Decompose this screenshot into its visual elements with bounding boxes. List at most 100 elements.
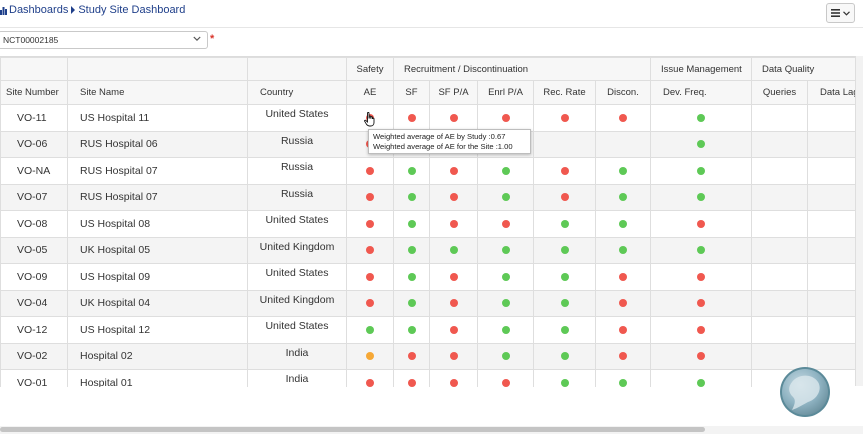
status-dot-red[interactable] <box>366 299 374 308</box>
status-dot-red[interactable] <box>501 113 510 122</box>
column-header-data-lag[interactable]: Data Lag <box>807 80 855 105</box>
status-dot-red[interactable] <box>366 272 374 281</box>
column-header-site-name[interactable]: Site Name <box>67 80 248 105</box>
status-dot-green[interactable] <box>501 299 510 308</box>
status-dot-red[interactable] <box>449 219 458 228</box>
table-row[interactable]: VO-04 UK Hospital 04 United Kingdom <box>0 289 855 317</box>
status-dot-red[interactable] <box>366 193 374 202</box>
status-dot-red[interactable] <box>501 219 510 228</box>
status-dot-red[interactable] <box>560 113 569 122</box>
status-dot-green[interactable] <box>697 378 706 387</box>
status-dot-red[interactable] <box>366 219 374 228</box>
status-dot-red[interactable] <box>449 325 458 334</box>
table-row[interactable]: VO-NA RUS Hospital 07 Russia <box>0 157 855 185</box>
chat-bubble-icon[interactable] <box>778 364 834 420</box>
status-dot-green[interactable] <box>619 193 627 202</box>
status-dot-red[interactable] <box>449 193 458 202</box>
status-dot-green[interactable] <box>619 378 627 387</box>
status-dot-red[interactable] <box>366 378 374 387</box>
status-dot-green[interactable] <box>407 193 416 202</box>
status-dot-green[interactable] <box>407 246 416 255</box>
status-dot-green[interactable] <box>407 299 416 308</box>
status-dot-red[interactable] <box>560 193 569 202</box>
column-header-discon[interactable]: Discon. <box>594 80 652 105</box>
table-row[interactable]: VO-11 US Hospital 11 United States <box>0 104 855 132</box>
column-header-dev-freq[interactable]: Dev. Freq. <box>650 80 753 105</box>
status-dot-green[interactable] <box>449 246 458 255</box>
status-dot-green[interactable] <box>501 272 510 281</box>
status-dot-green[interactable] <box>501 193 510 202</box>
status-dot-green[interactable] <box>697 193 706 202</box>
column-header-sf[interactable]: SF <box>393 80 430 105</box>
status-dot-red[interactable] <box>619 113 627 122</box>
study-select[interactable]: NCT00002185 <box>0 31 208 49</box>
table-row[interactable]: VO-07 RUS Hospital 07 Russia <box>0 183 855 211</box>
table-row[interactable]: VO-05 UK Hospital 05 United Kingdom <box>0 236 855 264</box>
status-dot-green[interactable] <box>501 246 510 255</box>
status-dot-red[interactable] <box>449 352 458 361</box>
status-dot-green[interactable] <box>560 352 569 361</box>
column-header-queries[interactable]: Queries <box>751 80 809 105</box>
status-dot-green[interactable] <box>407 272 416 281</box>
status-dot-green[interactable] <box>619 246 627 255</box>
status-dot-red[interactable] <box>366 166 374 175</box>
column-header-ae[interactable]: AE <box>346 80 394 105</box>
column-header-sf-pa[interactable]: SF P/A <box>429 80 478 105</box>
status-dot-red[interactable] <box>619 325 627 334</box>
column-header-site-number[interactable]: Site Number <box>0 80 68 105</box>
status-dot-red[interactable] <box>619 299 627 308</box>
status-dot-green[interactable] <box>619 219 627 228</box>
status-dot-green[interactable] <box>560 325 569 334</box>
status-dot-green[interactable] <box>697 246 706 255</box>
status-dot-green[interactable] <box>560 272 569 281</box>
table-row[interactable]: VO-12 US Hospital 12 United States <box>0 316 855 344</box>
status-dot-red[interactable] <box>449 272 458 281</box>
status-dot-green[interactable] <box>619 166 627 175</box>
status-dot-red[interactable] <box>449 299 458 308</box>
status-dot-green[interactable] <box>407 219 416 228</box>
table-row[interactable]: VO-02 Hospital 02 India <box>0 342 855 370</box>
table-row[interactable]: VO-08 US Hospital 08 United States <box>0 210 855 238</box>
status-dot-red[interactable] <box>449 113 458 122</box>
column-header-country[interactable]: Country <box>247 80 347 105</box>
status-dot-green[interactable] <box>501 352 510 361</box>
status-dot-red[interactable] <box>697 272 706 281</box>
status-dot-red[interactable] <box>619 352 627 361</box>
status-dot-green[interactable] <box>407 166 416 175</box>
status-dot-red[interactable] <box>697 219 706 228</box>
status-dot-red[interactable] <box>697 299 706 308</box>
status-dot-green[interactable] <box>501 166 510 175</box>
cell-discon <box>594 316 652 344</box>
column-header-enrl-pa[interactable]: Enrl P/A <box>477 80 534 105</box>
status-dot-green[interactable] <box>560 219 569 228</box>
status-dot-green[interactable] <box>697 113 706 122</box>
status-dot-red[interactable] <box>697 325 706 334</box>
status-dot-red[interactable] <box>560 166 569 175</box>
status-dot-red[interactable] <box>407 378 416 387</box>
status-dot-green[interactable] <box>560 378 569 387</box>
status-dot-red[interactable] <box>449 378 458 387</box>
status-dot-green[interactable] <box>501 325 510 334</box>
status-dot-green[interactable] <box>560 299 569 308</box>
menu-button[interactable] <box>826 3 855 23</box>
breadcrumb-dashboards-link[interactable]: Dashboards <box>9 4 68 16</box>
status-dot-red[interactable] <box>366 246 374 255</box>
vertical-scrollbar[interactable] <box>855 56 863 386</box>
group-header-recruitment: Recruitment / Discontinuation <box>392 57 652 81</box>
status-dot-red[interactable] <box>449 166 458 175</box>
status-dot-green[interactable] <box>366 325 374 334</box>
status-dot-orange[interactable] <box>366 352 374 361</box>
status-dot-red[interactable] <box>407 113 416 122</box>
status-dot-red[interactable] <box>619 272 627 281</box>
horizontal-scrollbar-thumb[interactable] <box>0 427 705 432</box>
table-row[interactable]: VO-09 US Hospital 09 United States <box>0 263 855 291</box>
status-dot-green[interactable] <box>407 325 416 334</box>
status-dot-red[interactable] <box>697 352 706 361</box>
status-dot-red[interactable] <box>501 378 510 387</box>
status-dot-red[interactable] <box>407 352 416 361</box>
status-dot-green[interactable] <box>697 140 706 149</box>
table-row[interactable]: VO-01 Hospital 01 India <box>0 369 855 387</box>
status-dot-green[interactable] <box>697 166 706 175</box>
column-header-rec-rate[interactable]: Rec. Rate <box>533 80 596 105</box>
status-dot-green[interactable] <box>560 246 569 255</box>
